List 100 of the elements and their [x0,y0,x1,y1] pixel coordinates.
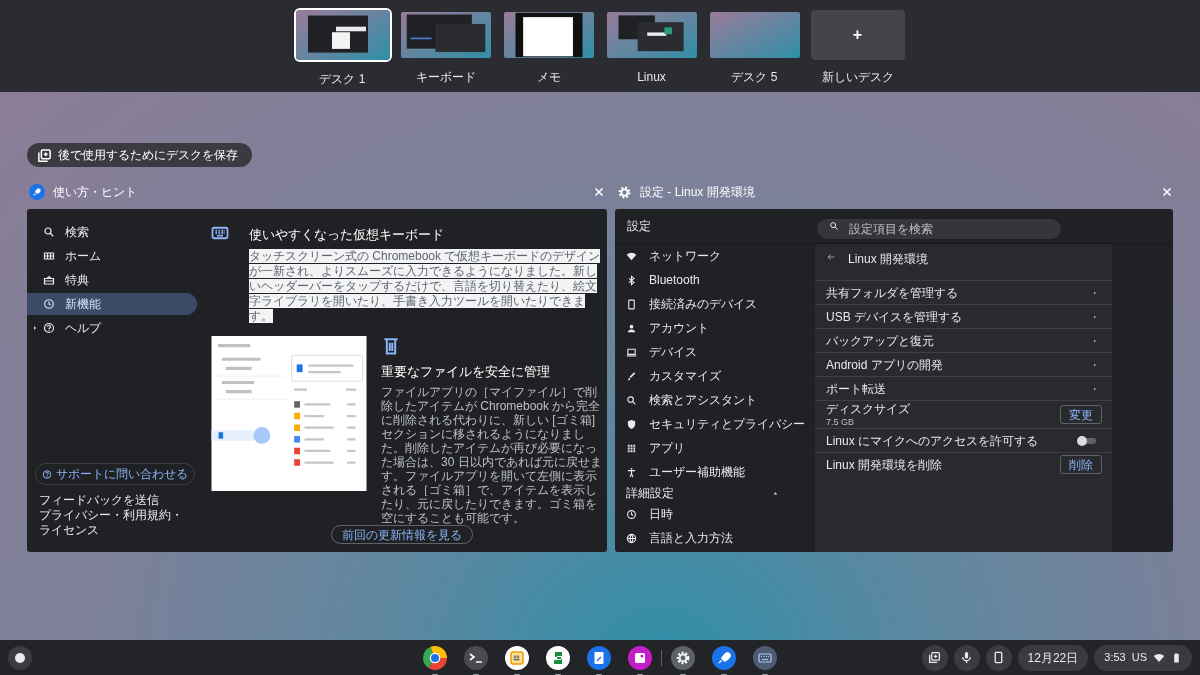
phone-icon [626,298,637,310]
desk-label: メモ [536,69,561,86]
close-icon[interactable] [593,186,605,198]
page-title: Linux 開発環境 [848,251,929,268]
footer-link[interactable]: プライバシー・利用規約・ライセンス [39,508,189,538]
nav-item[interactable]: アプリ [615,436,815,460]
nav-item[interactable]: 言語と入力方法 [615,526,815,550]
article-title: 重要なファイルを安全に管理 [381,362,551,381]
chevron-icon[interactable] [1092,337,1098,344]
sidebar-item[interactable]: ヘルプ [27,317,197,339]
sidebar-item[interactable]: 特典 [27,269,197,291]
desks-icon [928,651,942,664]
setting-label: 共有フォルダを管理する [826,284,959,302]
accessibility-icon [626,466,637,478]
ime-indicator: US [1131,650,1147,666]
wifi-icon [1153,651,1165,664]
keyboard-app-icon[interactable] [753,645,777,670]
nav-item[interactable]: 日時 [615,502,815,526]
document-app-icon[interactable] [587,645,611,670]
setting-label: Linux にマイクへのアクセスを許可する [826,432,1040,450]
desks-button[interactable] [921,644,948,671]
action-button[interactable]: 変更 [1060,405,1102,424]
footer-link[interactable]: フィードバックを送信 [39,493,189,508]
search-icon [43,226,55,238]
section-header: 詳細設定 [626,485,674,502]
chevron-icon[interactable] [1092,289,1098,296]
setting-label: Android アプリの開発 [826,356,944,374]
trash-icon [381,335,401,356]
browser-icon[interactable] [423,645,447,670]
sidebar-item[interactable]: 検索 [27,221,197,243]
setting-label: バックアップと復元 [826,332,935,350]
search-icon [626,394,637,406]
shield-icon [626,418,637,430]
nav-item[interactable]: ユーザー補助機能 [615,460,815,484]
nav-item[interactable]: 検索とアシスタント [615,388,815,412]
sidebar-item[interactable]: ホーム [27,245,197,267]
globe-icon [626,532,637,544]
clock-text: 3:53 [1104,650,1126,666]
save-desk-icon [37,147,52,163]
desk-label: デスク 5 [731,69,778,86]
desk-preview[interactable] [501,10,596,60]
launcher-button[interactable] [8,645,32,670]
setting-label: USB デバイスを管理する [826,308,963,326]
desk-label: Linux [637,69,666,86]
desk-label: デスク 1 [319,71,366,88]
settings-icon[interactable] [671,645,695,670]
nav-item[interactable]: Bluetooth [615,268,815,292]
brush-icon [626,370,637,382]
window-title: 使い方・ヒント [53,184,138,201]
nav-item[interactable]: デバイス [615,340,815,364]
phone-button[interactable] [985,644,1012,671]
chevron-icon[interactable] [1092,385,1098,392]
app-icon[interactable] [546,645,570,670]
collapse-icon[interactable] [772,489,779,497]
photo-app-icon[interactable] [628,645,652,670]
terminal-icon[interactable] [464,645,488,670]
search-field[interactable]: 設定項目を検索 [817,219,1061,239]
nav-item[interactable]: カスタマイズ [615,364,815,388]
expand-icon [32,325,38,331]
clock-icon [43,298,55,310]
setting-label: ポート転送 [826,380,887,398]
person-icon [626,322,637,334]
back-arrow-icon[interactable] [826,252,836,262]
chevron-icon[interactable] [1092,361,1098,368]
close-icon[interactable] [1161,186,1173,198]
article-text: ファイルアプリの［マイファイル］で削除したアイテムが Chromebook から完全に削除される代わりに、新しい [ゴミ箱] セクションに移されるようになりました。削除したアイテムが再び必要になった場合は、30 日以内であれば元に戻せます。ファイルアプリを開いて左側に表示される［ゴミ箱］で、アイテムを表示したり、元に戻したりできます。ゴミ箱を空にすることも可能です。 [381,385,603,525]
setting-label: ディスクサイズ [826,401,911,417]
mic-icon [960,651,974,664]
date-button[interactable]: 12月22日 [1017,644,1089,671]
grid-icon [626,442,637,454]
gift-icon [43,274,55,286]
bluetooth-icon [626,274,637,286]
save-desk-button[interactable]: 後で使用するためにデスクを保存 [27,143,252,167]
nav-item[interactable]: アカウント [615,316,815,340]
nav-item[interactable]: 接続済みのデバイス [615,292,815,316]
mic-button[interactable] [953,644,980,671]
status-tray[interactable]: 3:53 US [1094,644,1192,671]
article-title: 使いやすくなった仮想キーボード [249,226,445,244]
desk-preview[interactable] [293,8,392,62]
window-title: 設定 - Linux 開発環境 [640,184,756,201]
action-button[interactable]: 削除 [1060,455,1102,474]
setting-value: 7.5 GB [826,416,855,428]
notes-icon[interactable] [505,645,529,670]
search-icon [829,221,839,231]
gear-icon [617,184,632,200]
toggle-switch[interactable] [1078,437,1096,444]
chevron-icon[interactable] [1092,313,1098,320]
new-desk-button[interactable]: + [810,10,905,60]
nav-item[interactable]: セキュリティとプライバシー [615,412,815,436]
desk-label: キーボード [415,69,476,86]
article-text: タッチスクリーン式の Chromebook で仮想キーボードのデザインが一新され、よりスムーズに入力できるようになりました。新しいヘッダーバーをタップするだけで、言語を切り替えたり、絵文字ライブラリを開いたり、手書き入力ツールを開いたりできます。 [249,248,602,324]
help-icon [42,468,52,480]
app-title: 設定 [626,218,652,235]
help-icon [43,322,55,334]
desk-label: 新しいデスク [821,69,894,86]
laptop-icon [626,346,637,358]
grid-icon [43,250,55,262]
setting-label: Linux 開発環境を削除 [826,456,944,474]
nav-item[interactable]: ネットワーク [615,244,815,268]
sidebar-item[interactable]: 新機能 [27,293,197,315]
